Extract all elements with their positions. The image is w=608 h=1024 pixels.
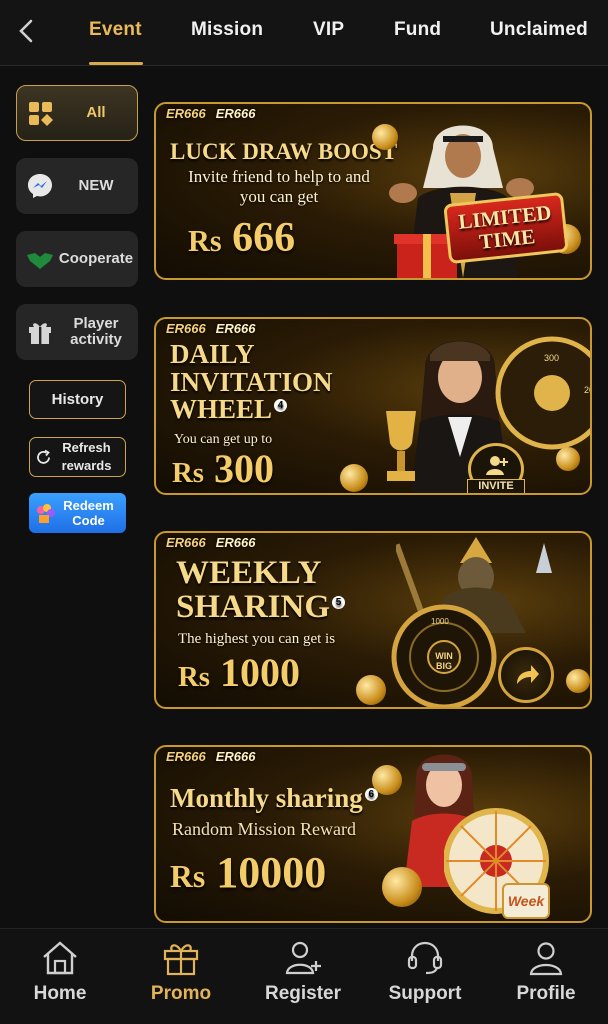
top-tab-bar: Event Mission VIP Fund Unclaimed [0,0,608,66]
bottom-navigation: Home Promo Register Support Profile [0,928,608,1024]
invite-label: INVITE [467,479,525,493]
home-icon [43,941,77,975]
gift-icon [29,323,51,344]
history-button[interactable]: History [29,380,126,419]
banner-number-badge: 4 [274,399,288,413]
banner-luck-draw-boost[interactable]: ER666 ER666 LUCK DRAW BOOST Invite friend… [154,102,592,280]
brand-logo: ER666 ER666 [166,749,256,764]
banner-title: LUCK DRAW BOOST [170,139,398,164]
share-arrow-button[interactable] [498,647,554,703]
banner-subtitle: Invite friend to help to and you can get [188,167,370,206]
grid-icon [29,102,53,126]
handshake-icon [27,253,53,269]
sidebar-item-player-activity[interactable]: Player activity [16,304,138,360]
flower-gift-icon [37,504,55,523]
banner-amount: Rs 10000 [170,848,327,897]
banner-title: DAILY INVITATION WHEEL 4 [170,339,333,425]
nav-label: Support [388,983,462,1004]
tab-vip[interactable]: VIP [313,19,344,41]
week-calendar-badge: Week [502,883,550,919]
arrow-right-icon [517,665,539,684]
banner-subtitle: The highest you can get is [178,631,336,647]
banner-subtitle: Random Mission Reward [172,819,356,839]
active-tab-indicator [89,62,143,65]
tab-unclaimed[interactable]: Unclaimed [490,19,588,41]
sidebar-item-label: Cooperate [58,250,134,267]
sidebar-item-new[interactable]: NEW [16,158,138,214]
spin-wheel-illustration: 300 200 [495,336,590,450]
banner-amount: Rs 1000 [178,650,301,695]
nav-label: Home [33,983,87,1004]
back-arrow-icon[interactable] [14,18,40,44]
banner-amount: Rs 300 [172,446,275,491]
banner-daily-invitation-wheel[interactable]: ER666 ER666 DAILY INVITATION WHEEL 4 You c… [154,317,592,495]
svg-text:300: 300 [544,353,559,363]
refresh-icon [37,449,50,464]
banner-number-badge: 5 [332,595,346,609]
redeem-code-label: Redeem Code [63,498,114,528]
sidebar-item-label: Player activity [70,315,122,348]
add-user-icon [285,941,321,975]
banner-title: WEEKLY SHARING 5 [176,556,376,624]
messenger-icon [28,174,52,198]
svg-text:200: 200 [584,385,590,395]
nav-label: Register [264,983,342,1004]
refresh-rewards-label: Refresh rewards [61,440,112,473]
add-user-icon [486,456,508,475]
brand-logo: ER666 ER666 [166,321,256,336]
limited-time-badge: LIMITED TIME [443,191,569,265]
brand-logo: ER666 ER666 [166,106,256,121]
nav-home[interactable]: Home [10,939,110,1005]
nav-label: Profile [516,983,576,1004]
nav-label: Promo [150,983,212,1004]
banner-title: Monthly sharing 6 [170,784,378,813]
sidebar-item-label: NEW [78,177,114,194]
sidebar-item-label: All [86,104,106,121]
tab-event[interactable]: Event [89,19,142,41]
nav-promo[interactable]: Promo [131,939,231,1005]
nav-support[interactable]: Support [375,939,475,1005]
headset-icon [407,941,443,975]
user-icon [529,942,563,976]
sidebar-item-all[interactable]: All [16,85,138,141]
banner-weekly-sharing[interactable]: ER666 ER666 WEEKLY SHARING 5 The highest y… [154,531,592,709]
tab-fund[interactable]: Fund [394,19,441,41]
banner-monthly-sharing[interactable]: ER666 ER666 Monthly sharing 6 Random Missi… [154,745,592,923]
svg-text:1000: 1000 [431,617,449,626]
refresh-rewards-button[interactable]: Refresh rewards [29,437,126,477]
tab-mission[interactable]: Mission [191,19,263,41]
banner-amount: Rs 666 [188,215,296,261]
brand-logo: ER666 ER666 [166,535,256,550]
gift-icon [163,944,199,976]
nav-profile[interactable]: Profile [496,939,596,1005]
nav-register[interactable]: Register [253,939,353,1005]
sidebar-item-cooperate[interactable]: Cooperate [16,231,138,287]
redeem-code-button[interactable]: Redeem Code [29,493,126,533]
win-big-label: WIN BIG [435,651,453,671]
trophy-icon [386,411,416,481]
